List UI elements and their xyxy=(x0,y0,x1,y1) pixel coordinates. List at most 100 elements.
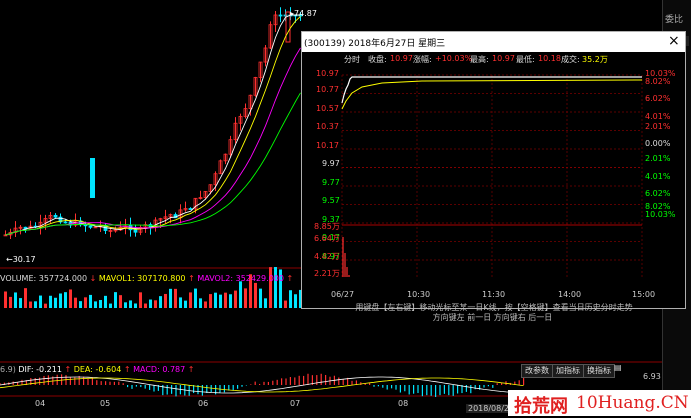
volume-bar xyxy=(124,302,127,308)
dif-line xyxy=(0,376,524,394)
volume-bar xyxy=(139,292,142,308)
change-value: +10.03% xyxy=(435,54,473,63)
close-value: 10.97 xyxy=(390,54,413,63)
volume-bar xyxy=(219,294,222,308)
volume-value: 35.2万 xyxy=(582,55,608,64)
pct-tick: 0.00% xyxy=(645,139,671,148)
price-tick: 9.57 xyxy=(322,196,340,205)
volume-legend: VOLUME: 357724.000 ↓ MAVOL1: 307170.800 … xyxy=(0,274,294,283)
watermark-url: 10Huang.CN xyxy=(576,393,689,413)
volume-bar xyxy=(39,295,42,308)
volume-bar xyxy=(9,296,12,308)
volume-bar xyxy=(264,298,267,308)
moving-average-line xyxy=(5,16,301,236)
volume-bar xyxy=(179,297,182,308)
macd-right-value: 6.93 xyxy=(643,372,661,381)
popup-titlebar: (300139) 2018年6月27日 星期三 × xyxy=(302,32,685,52)
volume-bar xyxy=(4,291,7,308)
watermark-logo: 拾荒网 10Huang.CN xyxy=(508,390,691,417)
add-indicator-button[interactable]: 加指标 xyxy=(552,364,584,378)
price-tick: 10.37 xyxy=(316,122,339,131)
volume-bar xyxy=(24,288,27,308)
volume-bar xyxy=(254,282,257,308)
macd-legend: 6.9) DIF: -0.211 ↑ DEA: -0.604 ↑ MACD: 0… xyxy=(0,365,195,374)
dea-line xyxy=(0,377,524,393)
volume-bar xyxy=(19,298,22,308)
volume-bar xyxy=(244,288,247,308)
candle-body xyxy=(90,158,95,198)
intraday-chart[interactable] xyxy=(302,65,685,277)
time-mode-label: 分时 xyxy=(344,55,360,64)
volume-bar xyxy=(14,292,17,308)
high-value: 10.97 xyxy=(492,54,515,63)
time-tick: 14:00 xyxy=(558,290,582,299)
popup-title: (300139) 2018年6月27日 星期三 xyxy=(304,39,446,49)
volume-tick: 6.64万 xyxy=(314,234,340,243)
close-icon[interactable]: × xyxy=(668,33,680,49)
volume-bar xyxy=(199,298,202,308)
volume-bar xyxy=(169,288,172,308)
peak-price-label: ▸74.87 xyxy=(290,9,317,18)
time-tick: 15:00 xyxy=(632,290,656,299)
edit-params-button[interactable]: 改参数 xyxy=(521,364,553,378)
month-label: 05 xyxy=(100,399,111,408)
volume-bar xyxy=(209,294,212,308)
volume-bar xyxy=(294,294,297,308)
close-label: 收盘: xyxy=(368,55,387,64)
pct-tick: 4.01% xyxy=(645,112,671,121)
volume-bar xyxy=(74,297,77,308)
volume-bar xyxy=(99,299,102,308)
volume-bar xyxy=(144,303,147,308)
volume-bar xyxy=(134,303,137,308)
month-label: 06 xyxy=(198,399,209,408)
volume-bar xyxy=(259,288,262,308)
watermark-main: 拾荒网 xyxy=(514,396,568,417)
time-tick: 11:30 xyxy=(482,290,506,299)
volume-bar xyxy=(189,292,192,308)
indicator-menu-icon[interactable]: ▤ xyxy=(614,363,622,372)
moving-average-line xyxy=(5,14,301,236)
volume-bar xyxy=(234,290,237,308)
month-label: 07 xyxy=(290,399,301,408)
volume-bar xyxy=(229,294,232,308)
volume-bar xyxy=(194,288,197,308)
high-label: 最高: xyxy=(470,55,489,64)
volume-bar xyxy=(129,300,132,308)
candle-body xyxy=(133,229,138,233)
time-tick: 06/27 xyxy=(331,290,355,299)
volume-bar xyxy=(289,290,292,308)
pct-tick: 4.01% xyxy=(645,172,671,181)
volume-bar xyxy=(49,295,52,308)
volume-tick: 4.42万 xyxy=(314,252,340,261)
volume-bar xyxy=(104,295,107,308)
candle-body xyxy=(278,14,283,17)
right-strip-label: 委比 xyxy=(665,15,684,25)
volume-bar xyxy=(79,301,82,308)
volume-bar xyxy=(54,297,57,308)
volume-tick: 2.21万 xyxy=(314,269,340,278)
price-tick: 10.57 xyxy=(316,104,339,113)
volume-bar xyxy=(149,299,152,308)
moving-average-line xyxy=(5,47,301,236)
volume-bar xyxy=(64,292,67,308)
price-tick: 10.97 xyxy=(316,69,339,78)
volume-bar xyxy=(44,303,47,308)
volume-bar xyxy=(154,300,157,308)
candle-body xyxy=(53,214,58,218)
low-value: 10.18 xyxy=(538,54,561,63)
low-price-label: ←30.17 xyxy=(6,255,36,264)
volume-tick: 8.85万 xyxy=(314,222,340,231)
volume-bar xyxy=(204,301,207,308)
volume-bar xyxy=(94,301,97,308)
candle-body xyxy=(63,221,68,224)
pct-tick: 8.02% xyxy=(645,77,671,86)
change-label: 涨幅: xyxy=(413,55,432,64)
price-tick: 9.97 xyxy=(322,159,340,168)
pct-tick: 10.03% xyxy=(645,210,676,219)
price-tick: 10.17 xyxy=(316,141,339,150)
price-tick: 9.77 xyxy=(322,178,340,187)
change-indicator-button[interactable]: 换指标 xyxy=(583,364,615,378)
pct-tick: 6.02% xyxy=(645,189,671,198)
volume-bar xyxy=(119,295,122,308)
volume-bar xyxy=(224,292,227,308)
